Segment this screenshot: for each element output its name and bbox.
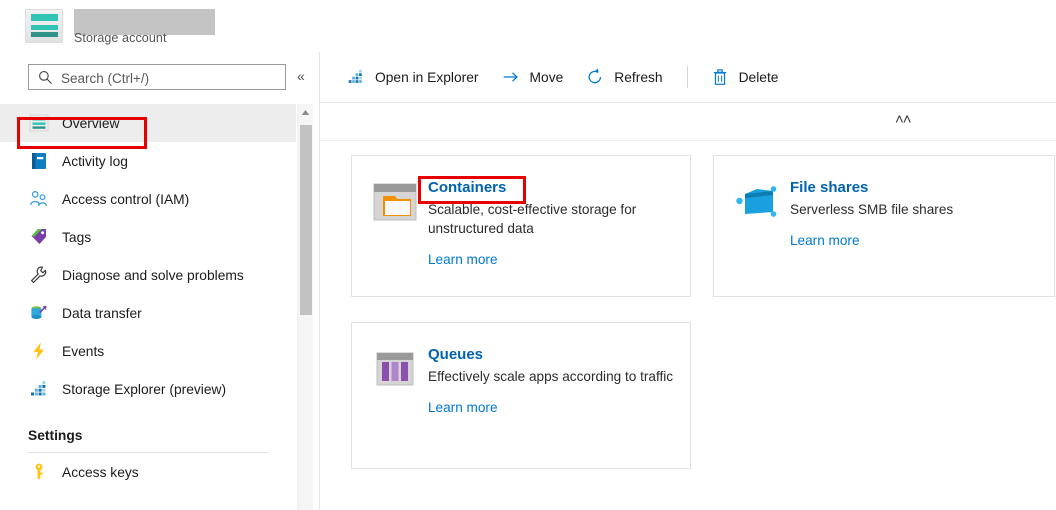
- events-lightning-icon: [28, 340, 50, 362]
- command-divider: [687, 66, 688, 88]
- refresh-button[interactable]: Refresh: [585, 67, 662, 87]
- sidebar-scrollbar[interactable]: [297, 104, 313, 510]
- card-body: Containers Scalable, cost-effective stor…: [428, 178, 678, 269]
- storage-explorer-icon: [346, 67, 366, 87]
- key-icon: [28, 461, 50, 483]
- azure-portal-screen: Storage account «: [0, 0, 1056, 510]
- storage-account-icon: [25, 9, 63, 43]
- sidebar-item-label: Access keys: [62, 465, 139, 480]
- sidebar-item-access-keys[interactable]: Access keys: [0, 453, 296, 491]
- resource-type-label: Storage account: [74, 31, 167, 45]
- search-icon: [38, 70, 53, 85]
- card-body: Queues Effectively scale apps according …: [428, 345, 678, 417]
- resource-header: Storage account: [0, 0, 1056, 53]
- card-title-link[interactable]: File shares: [790, 178, 868, 198]
- sidebar-item-label: Access control (IAM): [62, 192, 189, 207]
- card-title-link[interactable]: Containers: [428, 178, 506, 198]
- sidebar-item-diagnose[interactable]: Diagnose and solve problems: [0, 256, 296, 294]
- card-body: File shares Serverless SMB file shares L…: [790, 178, 1042, 250]
- sidebar-item-label: Activity log: [62, 154, 128, 169]
- card-description: Serverless SMB file shares: [790, 200, 1040, 219]
- learn-more-link[interactable]: Learn more: [428, 252, 498, 267]
- sidebar-item-label: Storage Explorer (preview): [62, 382, 226, 397]
- sidebar-item-overview[interactable]: Overview: [0, 104, 296, 142]
- command-label: Open in Explorer: [375, 70, 479, 85]
- sidebar-search-row: «: [0, 52, 320, 104]
- sidebar-section-settings: Settings: [0, 418, 296, 452]
- arrow-right-icon: [501, 67, 521, 87]
- sidebar-scrollbar-thumb[interactable]: [300, 125, 312, 315]
- storage-explorer-icon: [28, 378, 50, 400]
- activity-log-icon: [28, 150, 50, 172]
- card-description: Effectively scale apps according to traf…: [428, 367, 678, 386]
- file-shares-icon: [735, 182, 779, 222]
- sidebar: « Overview: [0, 52, 320, 510]
- data-transfer-icon: [28, 302, 50, 324]
- command-bar: Open in Explorer Move: [320, 52, 1056, 103]
- sidebar-item-label: Events: [62, 344, 104, 359]
- command-label: Move: [530, 70, 564, 85]
- card-queues[interactable]: Queues Effectively scale apps according …: [351, 322, 691, 469]
- move-button[interactable]: Move: [501, 67, 564, 87]
- containers-folder-icon: [373, 182, 417, 222]
- trash-icon: [710, 67, 730, 87]
- essentials-collapse-strip: ˄˄: [320, 103, 1056, 141]
- sidebar-item-label: Diagnose and solve problems: [62, 268, 244, 283]
- delete-button[interactable]: Delete: [710, 67, 779, 87]
- sidebar-item-label: Overview: [62, 116, 120, 131]
- sidebar-item-data-transfer[interactable]: Data transfer: [0, 294, 296, 332]
- refresh-icon: [585, 67, 605, 87]
- sidebar-collapse-button[interactable]: «: [297, 66, 305, 86]
- learn-more-link[interactable]: Learn more: [428, 400, 498, 415]
- scroll-up-arrow-icon[interactable]: [298, 104, 313, 121]
- main-pane: Open in Explorer Move: [320, 52, 1056, 510]
- queues-icon: [373, 349, 417, 389]
- wrench-icon: [28, 264, 50, 286]
- search-input[interactable]: [59, 65, 278, 91]
- sidebar-item-access-control[interactable]: Access control (IAM): [0, 180, 296, 218]
- chevron-double-up-icon[interactable]: ˄˄: [895, 111, 911, 129]
- access-control-icon: [28, 188, 50, 210]
- sidebar-item-label: Data transfer: [62, 306, 142, 321]
- overview-icon: [28, 112, 50, 134]
- learn-more-link[interactable]: Learn more: [790, 233, 860, 248]
- sidebar-item-activity-log[interactable]: Activity log: [0, 142, 296, 180]
- sidebar-nav-list: Overview Activity log: [0, 104, 296, 510]
- card-description: Scalable, cost-effective storage for uns…: [428, 200, 678, 238]
- command-label: Delete: [739, 70, 779, 85]
- sidebar-item-events[interactable]: Events: [0, 332, 296, 370]
- open-in-explorer-button[interactable]: Open in Explorer: [346, 67, 479, 87]
- card-file-shares[interactable]: File shares Serverless SMB file shares L…: [713, 155, 1055, 297]
- sidebar-item-label: Tags: [62, 230, 91, 245]
- sidebar-item-tags[interactable]: Tags: [0, 218, 296, 256]
- card-containers[interactable]: Containers Scalable, cost-effective stor…: [351, 155, 691, 297]
- card-title-link[interactable]: Queues: [428, 345, 483, 365]
- sidebar-item-storage-explorer[interactable]: Storage Explorer (preview): [0, 370, 296, 408]
- command-label: Refresh: [614, 70, 662, 85]
- tags-icon: [28, 226, 50, 248]
- search-box[interactable]: [28, 64, 286, 90]
